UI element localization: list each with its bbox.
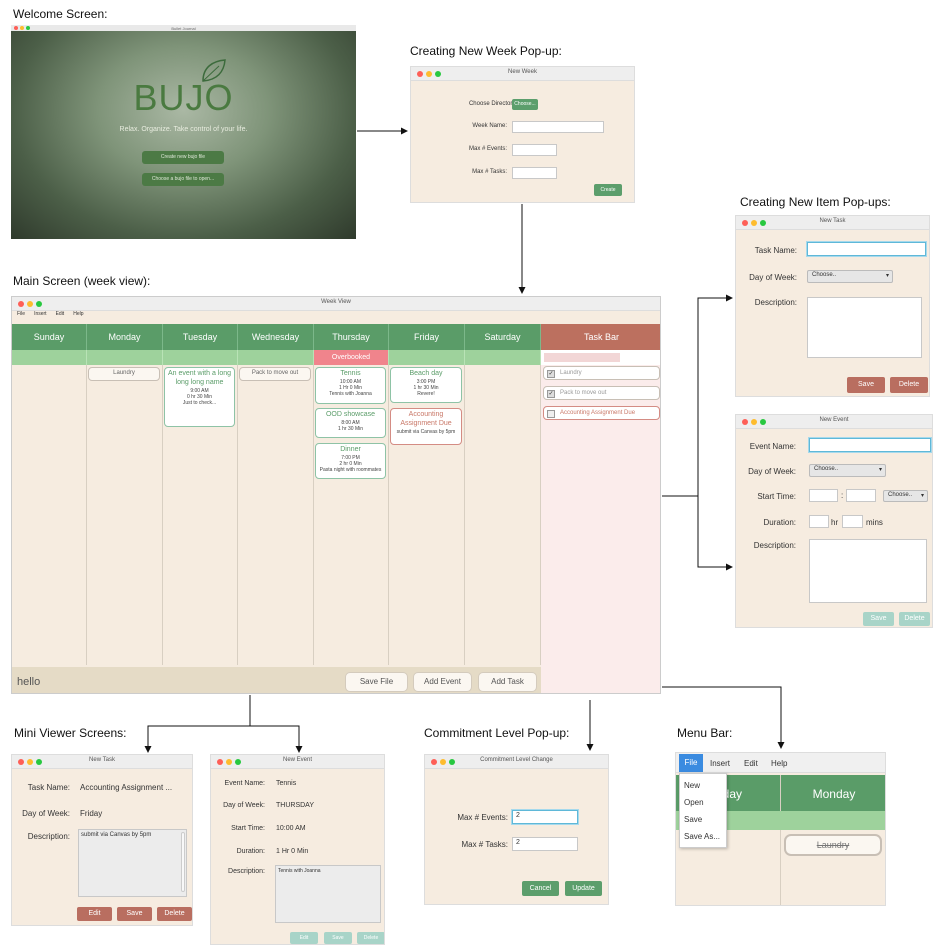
arrow-main-to-task [662, 294, 733, 497]
arrow-main-to-minievent [250, 725, 303, 753]
arrow-main-to-mini [144, 695, 251, 753]
arrow-main-to-menu [662, 686, 785, 749]
connector-arrows [144, 127, 785, 753]
arrow-main-to-event [697, 496, 733, 571]
